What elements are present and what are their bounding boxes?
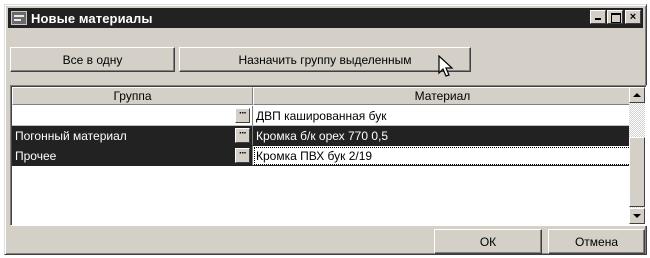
column-header-group[interactable]: Группа xyxy=(12,87,253,105)
mouse-cursor-icon xyxy=(438,55,454,77)
ellipsis-button-icon[interactable]: ··· xyxy=(235,128,250,143)
table-row[interactable]: Погонный материал ··· Кромка б/к орех 77… xyxy=(12,126,632,146)
ok-button[interactable]: ОК xyxy=(434,229,542,254)
maximize-icon[interactable] xyxy=(607,10,623,24)
ellipsis-button-icon[interactable]: ··· xyxy=(235,108,250,123)
table-row[interactable]: Прочее ··· Кромка ПВХ бук 2/19 xyxy=(12,146,632,166)
column-header-material[interactable]: Материал xyxy=(253,87,632,105)
group-cell[interactable]: Погонный материал ··· xyxy=(12,126,253,146)
material-cell[interactable]: Кромка ПВХ бук 2/19 xyxy=(253,146,632,166)
scrollbar-thumb[interactable] xyxy=(629,137,645,207)
material-cell[interactable]: ДВП кашированная бук xyxy=(253,106,632,126)
scroll-up-arrow-icon[interactable] xyxy=(629,87,645,103)
vertical-scrollbar[interactable] xyxy=(629,87,645,224)
group-cell[interactable]: Прочее ··· xyxy=(12,146,253,166)
window-controls: × xyxy=(589,10,641,24)
group-cell-text: Прочее xyxy=(15,148,57,163)
materials-grid: Группа Материал ··· ДВП кашированная бук… xyxy=(10,85,647,226)
cancel-button[interactable]: Отмена xyxy=(548,229,645,254)
table-row[interactable]: ··· ДВП кашированная бук xyxy=(12,106,632,126)
group-cell[interactable]: ··· xyxy=(12,106,253,126)
ellipsis-button-icon[interactable]: ··· xyxy=(235,148,250,163)
close-icon[interactable]: × xyxy=(625,10,641,24)
group-cell-text: Погонный материал xyxy=(15,128,127,143)
window-title: Новые материалы xyxy=(31,10,153,26)
all-in-one-button[interactable]: Все в одну xyxy=(10,47,175,72)
material-cell[interactable]: Кромка б/к орех 770 0,5 xyxy=(253,126,632,146)
scroll-down-arrow-icon[interactable] xyxy=(629,208,645,224)
title-bar[interactable]: Новые материалы × xyxy=(8,8,643,28)
minimize-icon[interactable] xyxy=(590,10,606,24)
app-icon xyxy=(11,11,27,25)
assign-group-button[interactable]: Назначить группу выделенным xyxy=(179,47,471,72)
